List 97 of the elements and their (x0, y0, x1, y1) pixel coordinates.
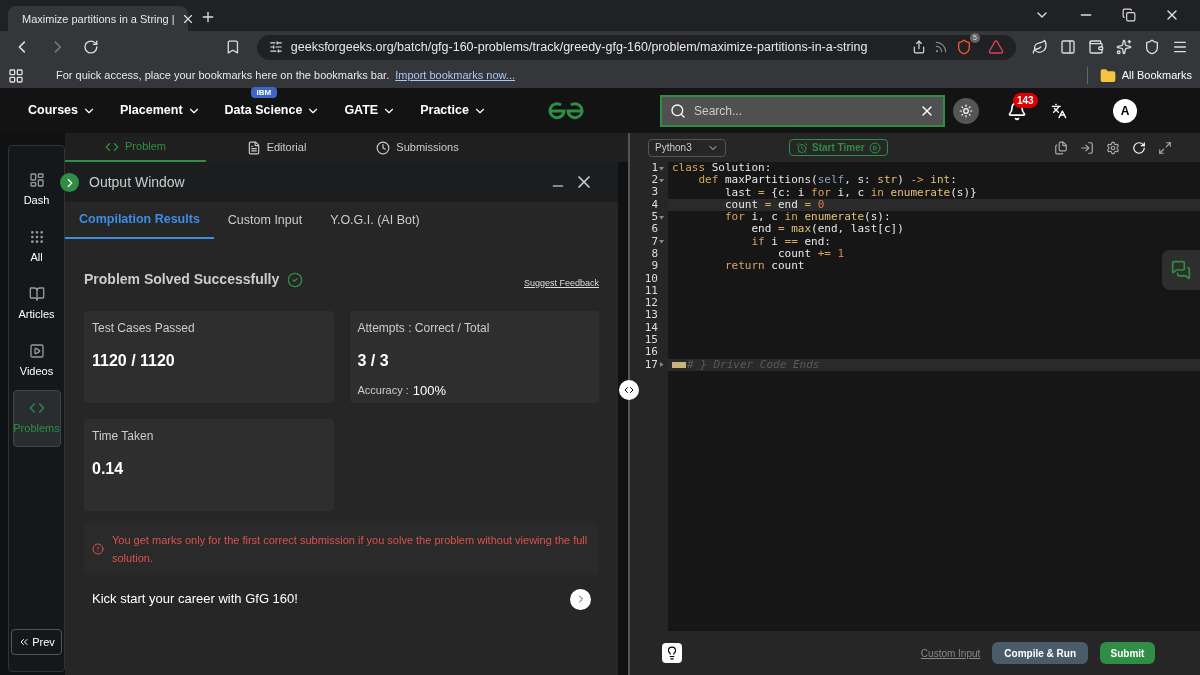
code-line: for i, c in enumerate(s): (723, 209, 891, 224)
fold-icon[interactable] (659, 177, 664, 183)
wallet-icon[interactable] (1088, 39, 1104, 55)
video-icon (28, 343, 45, 360)
nav-menu-item[interactable]: Practice (420, 101, 487, 120)
result-status: Problem Solved Successfully (84, 270, 280, 290)
menu-icon[interactable] (1172, 39, 1188, 55)
triangle-icon[interactable] (988, 39, 1004, 55)
sparkle-icon[interactable] (1116, 39, 1132, 55)
apps-icon[interactable] (8, 67, 24, 84)
code-line: count += 1 (776, 246, 845, 261)
sidebar-icon[interactable] (1060, 39, 1076, 55)
nav-menu-item[interactable]: Courses (28, 101, 97, 120)
book-icon (28, 286, 45, 303)
stat-value: 3 / 3 (357, 350, 390, 371)
notice-text: You get marks only for the first correct submission if you solve the problem without viewing the full solution. (112, 532, 589, 566)
stat-label: Time Taken (92, 427, 155, 445)
output-tab[interactable]: Y.O.G.I. (AI Bot) (316, 202, 434, 239)
custom-input-link[interactable]: Custom Input (920, 645, 981, 661)
stat-value: 0.14 (92, 458, 125, 479)
problem-tab[interactable]: Submissions (347, 133, 488, 162)
check-icon (287, 271, 304, 288)
bookmarks-hint: For quick access, place your bookmarks here on the bookmarks bar. (56, 68, 390, 84)
fold-icon[interactable] (659, 165, 664, 171)
code-line: def maxPartitions(self, s: str) -> int: (697, 172, 957, 188)
share-icon[interactable] (912, 40, 926, 54)
nav-badge: IBM (250, 87, 278, 99)
feedback-link[interactable]: Suggest Feedback (523, 277, 599, 291)
document-icon (246, 140, 261, 155)
chat-icon[interactable] (1162, 250, 1200, 290)
start-timer-button[interactable]: Start Timer (789, 139, 888, 156)
site-settings-icon[interactable] (268, 40, 283, 54)
search-field[interactable]: Search... (660, 94, 945, 127)
url-text: geeksforgeeks.org/batch/gfg-160-problems/track/greedy-gfg-160/problem/maximize-partitions-in-a-string (290, 38, 869, 56)
grid-icon (28, 229, 45, 246)
dashboard-icon (28, 172, 45, 189)
rail-item[interactable]: All (12, 219, 61, 276)
stat-value: 100% (412, 381, 447, 400)
stat-value: 1120 / 1120 (92, 350, 176, 371)
promo-text: Kick start your career with GfG 160! (91, 590, 298, 609)
copy-icon[interactable] (1054, 140, 1068, 155)
fold-icon[interactable] (659, 214, 664, 220)
problem-tab[interactable]: Editorial (206, 133, 347, 162)
output-tab[interactable]: Compilation Results (65, 202, 214, 239)
code-line: return count (723, 258, 805, 275)
next-icon[interactable] (570, 588, 591, 610)
translate-icon[interactable] (1051, 102, 1067, 119)
search-input[interactable]: Search... (694, 101, 911, 120)
rail-item[interactable]: Articles (12, 276, 61, 333)
code-line: end = max(end, last[c]) (750, 222, 904, 237)
shield-icon[interactable] (1144, 39, 1160, 55)
stat-label: Accuracy : (357, 383, 409, 398)
fold-icon[interactable] (659, 239, 664, 245)
clock-icon (376, 140, 391, 155)
code-line: if i == end: (750, 234, 831, 249)
avatar[interactable]: A (1113, 98, 1137, 123)
hint-icon[interactable] (662, 643, 682, 663)
rail-item[interactable]: Dash (12, 162, 61, 219)
output-tab[interactable]: Custom Input (213, 202, 317, 239)
language-select[interactable]: Python3 (648, 138, 726, 157)
import-icon[interactable] (1080, 140, 1094, 155)
fullscreen-icon[interactable] (1158, 140, 1172, 155)
stat-label: Test Cases Passed (92, 319, 196, 337)
nav-menu-item[interactable]: Placement (120, 101, 201, 120)
shield-icon[interactable] (956, 39, 972, 55)
alert-icon (92, 542, 104, 555)
all-bookmarks[interactable]: All Bookmarks (1121, 67, 1192, 84)
alarm-icon (796, 141, 808, 154)
settings-icon[interactable] (1106, 140, 1120, 155)
compile-run-button[interactable]: Compile & Run (992, 642, 1088, 664)
submit-button[interactable]: Submit (1100, 642, 1155, 664)
code-line: last = {c: i for i, c in enumerate(s)} (723, 185, 977, 200)
feed-icon[interactable] (934, 40, 948, 54)
search-icon (670, 102, 686, 119)
nav-menu-item[interactable]: GATE (344, 101, 397, 120)
stat-label: Attempts : Correct / Total (357, 319, 491, 337)
notification-count: 143 (1013, 92, 1038, 108)
new-tab-icon[interactable] (200, 9, 216, 25)
site-logo-icon[interactable] (548, 100, 584, 121)
rail-item[interactable]: Videos (12, 333, 61, 390)
reload-icon[interactable] (83, 39, 100, 55)
folder-icon (1099, 67, 1116, 84)
play-icon (868, 141, 881, 154)
theme-toggle[interactable] (953, 97, 979, 124)
bookmark-icon[interactable] (225, 39, 241, 55)
reset-icon[interactable] (1132, 140, 1146, 155)
import-link[interactable]: Import bookmarks now... (395, 67, 516, 84)
code-line: class Solution: (671, 159, 772, 175)
prev-button[interactable]: Prev (11, 628, 62, 655)
window-title: Output Window (89, 172, 185, 192)
restore-icon[interactable] (1122, 8, 1136, 22)
folded-marker-icon[interactable] (672, 361, 686, 368)
tab-title: Maximize partitions in a String | (22, 11, 175, 27)
sun-icon (959, 103, 973, 118)
leaf-icon[interactable] (1032, 39, 1048, 55)
fold-icon[interactable] (659, 362, 664, 368)
code-line: count = end = 0 (723, 197, 825, 212)
